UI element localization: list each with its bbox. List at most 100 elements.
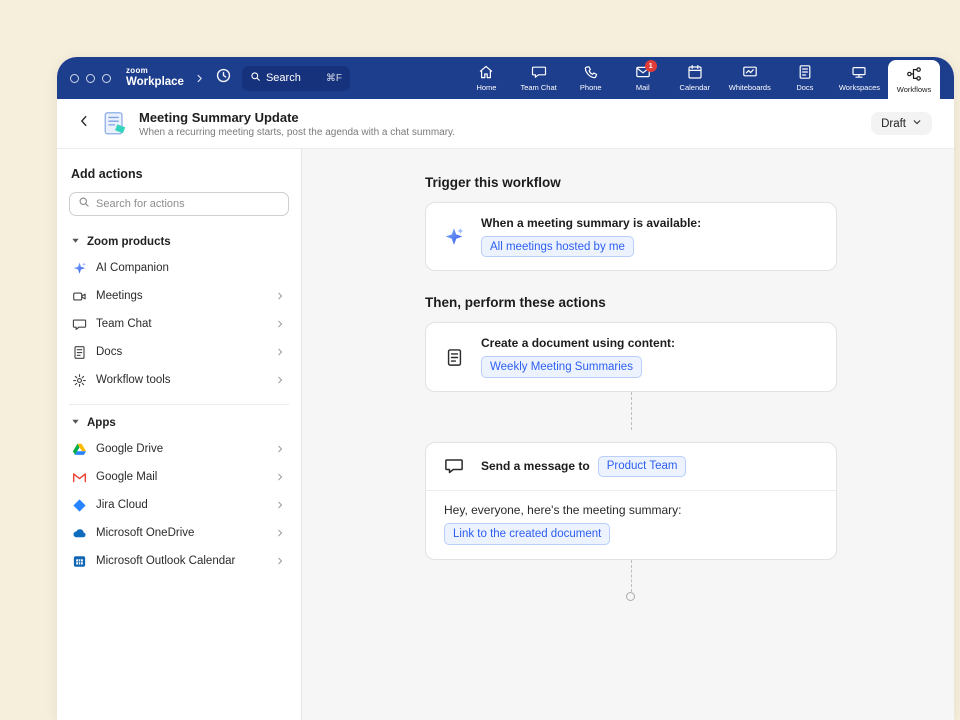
document-content-chip[interactable]: Weekly Meeting Summaries — [481, 356, 642, 377]
ai-companion-icon — [71, 260, 87, 276]
sidebar-item-label: Docs — [96, 346, 122, 358]
section-label: Apps — [87, 417, 116, 429]
chevron-right-icon — [275, 375, 285, 385]
calendar-icon — [687, 64, 703, 80]
workflow-canvas: Trigger this workflow When a meeting sum… — [302, 149, 954, 720]
global-search[interactable]: Search ⌘F — [242, 66, 350, 91]
sidebar-item-google-drive[interactable]: Google Drive — [69, 435, 289, 463]
sidebar-item-google-mail[interactable]: Google Mail — [69, 463, 289, 491]
send-message-action-card[interactable]: Send a message to Product Team Hey, ever… — [425, 442, 837, 560]
actions-search-field[interactable] — [69, 192, 289, 216]
nav-item-calendar[interactable]: Calendar — [669, 57, 721, 99]
nav-item-mail[interactable]: 1 Mail — [617, 57, 669, 99]
sidebar-item-label: Google Mail — [96, 471, 157, 483]
sidebar-item-microsoft-outlook-calendar[interactable]: Microsoft Outlook Calendar — [69, 547, 289, 575]
workflow-titles: Meeting Summary Update When a recurring … — [139, 110, 455, 138]
nav-item-workflows[interactable]: Workflows — [888, 60, 940, 99]
chevron-right-icon — [275, 291, 285, 301]
sidebar-item-label: Team Chat — [96, 318, 152, 330]
home-icon — [478, 64, 494, 80]
search-input[interactable] — [96, 198, 280, 210]
nav-item-more[interactable]: More — [940, 57, 954, 99]
docs-icon — [797, 64, 813, 80]
window-control-dot[interactable] — [102, 74, 111, 83]
draft-status-dropdown[interactable]: Draft — [871, 112, 932, 135]
message-body-text: Hey, everyone, here's the meeting summar… — [444, 503, 820, 517]
window-control-dot[interactable] — [70, 74, 79, 83]
nav-items: Home Team Chat Phone 1 Mail Calendar — [460, 57, 954, 99]
document-icon — [442, 348, 466, 367]
chevron-right-icon — [275, 319, 285, 329]
search-shortcut: ⌘F — [326, 73, 342, 84]
jira-icon — [71, 497, 87, 513]
outlook-calendar-icon — [71, 553, 87, 569]
create-document-action-card[interactable]: Create a document using content: Weekly … — [425, 322, 837, 391]
sidebar-title: Add actions — [71, 167, 289, 181]
nav-item-home[interactable]: Home — [460, 57, 512, 99]
document-link-chip[interactable]: Link to the created document — [444, 523, 610, 544]
action-card-title: Send a message to — [481, 459, 590, 473]
sidebar-item-ai-companion[interactable]: AI Companion — [69, 254, 289, 282]
chevron-right-icon — [275, 528, 285, 538]
window-control-dot[interactable] — [86, 74, 95, 83]
workflow-title: Meeting Summary Update — [139, 110, 455, 125]
trigger-scope-chip[interactable]: All meetings hosted by me — [481, 236, 634, 257]
sidebar-item-label: Microsoft OneDrive — [96, 527, 194, 539]
add-actions-sidebar: Add actions Zoom products AI Companion — [57, 149, 302, 720]
nav-item-docs[interactable]: Docs — [779, 57, 831, 99]
actions-section-heading: Then, perform these actions — [425, 295, 837, 310]
nav-item-label: Calendar — [680, 83, 710, 92]
sidebar-item-label: Google Drive — [96, 443, 163, 455]
sidebar-item-docs[interactable]: Docs — [69, 338, 289, 366]
zoom-workplace-logo: zoom Workplace — [126, 67, 184, 89]
back-button[interactable] — [77, 114, 91, 133]
sidebar-item-team-chat[interactable]: Team Chat — [69, 310, 289, 338]
nav-item-label: Docs — [796, 83, 813, 92]
add-step-node[interactable] — [626, 592, 635, 601]
nav-item-label: Team Chat — [520, 83, 556, 92]
docs-icon — [71, 344, 87, 360]
nav-item-team-chat[interactable]: Team Chat — [512, 57, 564, 99]
section-header-zoom-products[interactable]: Zoom products — [69, 230, 289, 254]
sidebar-section-apps: Apps Google Drive Google Mail — [69, 404, 289, 575]
sidebar-item-meetings[interactable]: Meetings — [69, 282, 289, 310]
gear-icon — [71, 372, 87, 388]
workflow-connector-line — [631, 392, 632, 430]
trigger-card-title: When a meeting summary is available: — [481, 216, 701, 230]
nav-item-label: Mail — [636, 83, 650, 92]
chevron-right-icon — [275, 347, 285, 357]
message-recipient-chip[interactable]: Product Team — [598, 456, 687, 477]
sidebar-item-microsoft-onedrive[interactable]: Microsoft OneDrive — [69, 519, 289, 547]
history-icon — [215, 67, 232, 89]
sidebar-item-label: Jira Cloud — [96, 499, 148, 511]
workflows-icon — [906, 66, 922, 82]
section-label: Zoom products — [87, 236, 171, 248]
search-icon — [250, 69, 261, 87]
sidebar-section-zoom-products: Zoom products AI Companion Meetings — [69, 230, 289, 394]
meetings-icon — [71, 288, 87, 304]
chevron-left-icon — [77, 114, 91, 133]
sidebar-item-jira-cloud[interactable]: Jira Cloud — [69, 491, 289, 519]
workspaces-icon — [851, 64, 867, 80]
nav-item-workspaces[interactable]: Workspaces — [831, 57, 888, 99]
brand-zoom-text: zoom — [126, 67, 184, 75]
sidebar-item-workflow-tools[interactable]: Workflow tools — [69, 366, 289, 394]
chat-bubble-icon — [442, 456, 466, 476]
app-window: zoom Workplace Search ⌘F — [57, 57, 954, 720]
trigger-card[interactable]: When a meeting summary is available: All… — [425, 202, 837, 271]
nav-item-label: Home — [476, 83, 496, 92]
sidebar-item-label: AI Companion — [96, 262, 169, 274]
workflow-thumbnail-icon — [101, 111, 129, 136]
history-button[interactable] — [215, 67, 232, 89]
workflow-connector-line — [631, 560, 632, 592]
chevron-right-icon — [275, 500, 285, 510]
section-header-apps[interactable]: Apps — [69, 411, 289, 435]
nav-item-phone[interactable]: Phone — [565, 57, 617, 99]
nav-expand-chevron[interactable] — [194, 73, 205, 84]
window-controls[interactable] — [70, 74, 111, 83]
onedrive-icon — [71, 525, 87, 541]
workflow-header: Meeting Summary Update When a recurring … — [57, 99, 954, 149]
chevron-down-icon — [912, 117, 922, 130]
google-drive-icon — [71, 441, 87, 457]
nav-item-whiteboards[interactable]: Whiteboards — [721, 57, 779, 99]
